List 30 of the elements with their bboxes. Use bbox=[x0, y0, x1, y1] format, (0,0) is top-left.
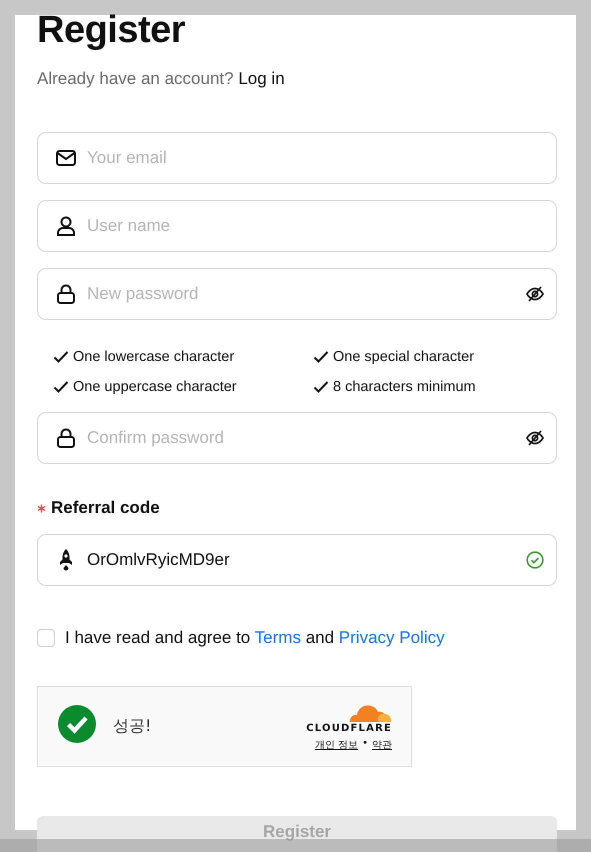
agree-checkbox[interactable] bbox=[37, 629, 55, 647]
terms-link[interactable]: Terms bbox=[254, 628, 301, 647]
requirement-text: One lowercase character bbox=[73, 348, 234, 367]
login-link[interactable]: Log in bbox=[238, 69, 285, 88]
requirement-text: One uppercase character bbox=[73, 378, 237, 397]
rocket-icon bbox=[58, 548, 74, 572]
agreement-text: I have read and agree to Terms and Privacy Policy bbox=[65, 628, 445, 648]
referral-code-field[interactable]: OrOmlvRyicMD9er bbox=[37, 534, 557, 586]
requirement-text: One special character bbox=[333, 348, 474, 367]
horizontal-scrollbar[interactable] bbox=[0, 839, 591, 852]
mail-icon bbox=[56, 150, 76, 166]
eye-off-icon[interactable] bbox=[526, 430, 544, 446]
email-field[interactable]: Your email bbox=[37, 132, 557, 184]
privacy-policy-link[interactable]: Privacy Policy bbox=[338, 628, 445, 647]
lock-icon bbox=[57, 428, 75, 448]
password-field[interactable]: New password bbox=[37, 268, 557, 320]
username-field[interactable]: User name bbox=[37, 200, 557, 252]
lock-icon bbox=[57, 284, 75, 304]
login-prompt: Already have an account? Log in bbox=[37, 68, 286, 90]
separator: • bbox=[362, 738, 368, 751]
page-title: Register bbox=[37, 8, 186, 53]
terms-link[interactable]: 약관 bbox=[372, 738, 392, 752]
field-label: Referral code bbox=[51, 498, 160, 518]
requirement-text: 8 characters minimum bbox=[333, 378, 476, 397]
brand-name: CLOUDFLARE bbox=[306, 723, 392, 735]
captcha-status: 성공! bbox=[113, 716, 152, 737]
eye-off-icon[interactable] bbox=[526, 286, 544, 302]
confirm-password-field[interactable]: Confirm password bbox=[37, 412, 557, 464]
privacy-link[interactable]: 개인 정보 bbox=[314, 738, 358, 752]
person-icon bbox=[57, 216, 75, 236]
